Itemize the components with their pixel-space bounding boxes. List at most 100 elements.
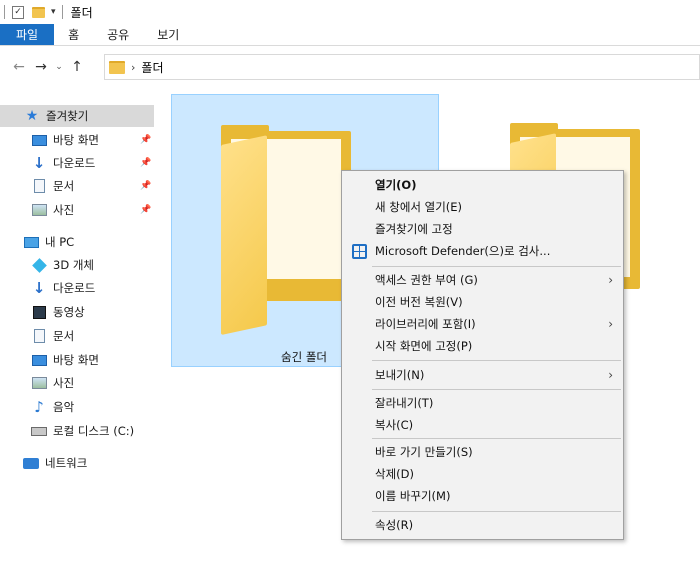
- menu-item-label: 시작 화면에 고정(P): [375, 339, 473, 353]
- video-icon: [31, 305, 47, 319]
- nav-item-label: 3D 개체: [53, 258, 94, 272]
- context-menu: 열기(O) 새 창에서 열기(E) 즐겨찾기에 고정 Microsoft Def…: [341, 170, 624, 540]
- nav-item-pictures[interactable]: 사진: [0, 199, 74, 221]
- recent-locations-chevron-icon[interactable]: ⌄: [52, 62, 66, 72]
- nav-item-this-pc[interactable]: 내 PC: [0, 231, 74, 253]
- menu-item-label: 잘라내기(T): [375, 396, 434, 410]
- menu-item-rename[interactable]: 이름 바꾸기(M): [342, 486, 623, 506]
- window-title: 폴더: [70, 5, 93, 20]
- nav-item-label: 동영상: [53, 305, 85, 319]
- nav-item-downloads[interactable]: ↓ 다운로드: [0, 152, 96, 174]
- menu-item-label: 이름 바꾸기(M): [375, 489, 451, 503]
- title-separator: [61, 5, 63, 19]
- menu-item-delete[interactable]: 삭제(D): [342, 464, 623, 484]
- up-arrow-icon[interactable]: ↑: [66, 59, 88, 75]
- folder-label: 숨긴 폴더: [281, 350, 327, 364]
- chevron-right-icon: ›: [608, 317, 613, 331]
- menu-item-send-to[interactable]: 보내기(N) ›: [342, 365, 623, 385]
- nav-item-network[interactable]: 네트워크: [0, 452, 87, 474]
- menu-item-label: 바로 가기 만들기(S): [375, 445, 473, 459]
- menu-item-open-new-window[interactable]: 새 창에서 열기(E): [342, 197, 623, 217]
- nav-item-videos[interactable]: 동영상: [0, 301, 85, 323]
- menu-separator: [372, 438, 621, 439]
- folder-icon: [109, 60, 125, 74]
- pin-icon[interactable]: 📌: [140, 181, 151, 191]
- menu-item-include-library[interactable]: 라이브러리에 포함(I) ›: [342, 314, 623, 334]
- nav-item-label: 다운로드: [53, 281, 96, 295]
- back-arrow-icon[interactable]: ←: [8, 59, 30, 75]
- menu-item-label: 즐겨찾기에 고정: [375, 222, 453, 236]
- nav-item-local-disk[interactable]: 로컬 디스크 (C:): [0, 420, 134, 442]
- document-icon: [31, 329, 47, 343]
- nav-item-label: 바탕 화면: [53, 133, 99, 147]
- title-separator: [4, 5, 5, 19]
- nav-item-label: 다운로드: [53, 156, 96, 170]
- new-folder-quick-icon[interactable]: [31, 5, 45, 19]
- nav-item-label: 내 PC: [45, 235, 75, 249]
- pin-icon[interactable]: 📌: [140, 158, 151, 168]
- menu-item-label: 액세스 권한 부여 (G): [375, 273, 478, 287]
- menu-item-open[interactable]: 열기(O): [342, 175, 623, 195]
- nav-item-pc-downloads[interactable]: ↓ 다운로드: [0, 277, 96, 299]
- menu-item-copy[interactable]: 복사(C): [342, 415, 623, 435]
- menu-item-create-shortcut[interactable]: 바로 가기 만들기(S): [342, 442, 623, 462]
- nav-item-label: 사진: [53, 376, 75, 390]
- chevron-right-icon[interactable]: ›: [131, 61, 135, 74]
- address-bar[interactable]: › 폴더: [104, 54, 700, 80]
- nav-item-music[interactable]: ♪ 음악: [0, 396, 74, 418]
- menu-separator: [372, 360, 621, 361]
- nav-item-pc-documents[interactable]: 문서: [0, 325, 74, 347]
- quick-access-dropdown-icon[interactable]: ▾: [51, 7, 56, 17]
- download-icon: ↓: [32, 279, 46, 297]
- check-icon: ✓: [12, 5, 24, 19]
- document-icon: [31, 179, 47, 193]
- menu-item-label: 보내기(N): [375, 368, 425, 382]
- pin-icon[interactable]: 📌: [140, 135, 151, 145]
- properties-quick-icon[interactable]: ✓: [11, 5, 25, 19]
- hard-disk-icon: [31, 424, 47, 438]
- menu-item-defender-scan[interactable]: Microsoft Defender(으)로 검사...: [342, 241, 623, 261]
- menu-item-label: 이전 버전 복원(V): [375, 295, 463, 309]
- menu-item-pin-start[interactable]: 시작 화면에 고정(P): [342, 336, 623, 356]
- address-row: ← → ⌄ ↑ › 폴더: [0, 46, 700, 88]
- menu-item-properties[interactable]: 속성(R): [342, 515, 623, 535]
- chevron-right-icon: ›: [608, 368, 613, 382]
- menu-separator: [372, 389, 621, 390]
- menu-separator: [372, 266, 621, 267]
- nav-item-pc-pictures[interactable]: 사진: [0, 372, 74, 394]
- menu-item-cut[interactable]: 잘라내기(T): [342, 393, 623, 413]
- menu-item-restore-versions[interactable]: 이전 버전 복원(V): [342, 292, 623, 312]
- download-icon: ↓: [32, 154, 46, 172]
- navigation-pane: ★ 즐겨찾기 바탕 화면 📌 ↓ 다운로드 📌 문서 📌 사진 📌 내 PC 3…: [0, 100, 160, 570]
- menu-item-label: 라이브러리에 포함(I): [375, 317, 476, 331]
- menu-item-label: 새 창에서 열기(E): [375, 200, 463, 214]
- ribbon-tabs: 파일 홈 공유 보기: [0, 24, 700, 46]
- nav-item-label: 네트워크: [45, 456, 88, 470]
- nav-item-label: 사진: [53, 203, 75, 217]
- tab-view[interactable]: 보기: [143, 24, 193, 45]
- network-icon: [23, 456, 39, 470]
- nav-item-pc-desktop[interactable]: 바탕 화면: [0, 349, 99, 371]
- nav-item-desktop[interactable]: 바탕 화면: [0, 129, 99, 151]
- nav-item-label: 즐겨찾기: [46, 109, 89, 123]
- menu-item-label: 삭제(D): [375, 467, 414, 481]
- music-note-icon: ♪: [34, 398, 44, 416]
- menu-item-pin-favorites[interactable]: 즐겨찾기에 고정: [342, 219, 623, 239]
- tab-file[interactable]: 파일: [0, 24, 55, 45]
- forward-arrow-icon[interactable]: →: [30, 59, 52, 75]
- menu-item-label: 속성(R): [375, 518, 414, 532]
- defender-icon: [351, 243, 367, 259]
- tab-home[interactable]: 홈: [54, 24, 93, 45]
- pin-icon[interactable]: 📌: [140, 205, 151, 215]
- title-bar: ✓ ▾ 폴더: [0, 0, 700, 24]
- nav-item-label: 문서: [53, 179, 75, 193]
- nav-item-favorites[interactable]: ★ 즐겨찾기: [0, 105, 154, 127]
- menu-item-give-access[interactable]: 액세스 권한 부여 (G) ›: [342, 270, 623, 290]
- desktop-icon: [31, 353, 47, 367]
- nav-item-documents[interactable]: 문서: [0, 175, 74, 197]
- nav-item-3d-objects[interactable]: 3D 개체: [0, 254, 94, 276]
- picture-icon: [31, 203, 47, 217]
- folder-icon: [31, 6, 45, 18]
- tab-share[interactable]: 공유: [93, 24, 143, 45]
- star-icon: ★: [25, 108, 39, 124]
